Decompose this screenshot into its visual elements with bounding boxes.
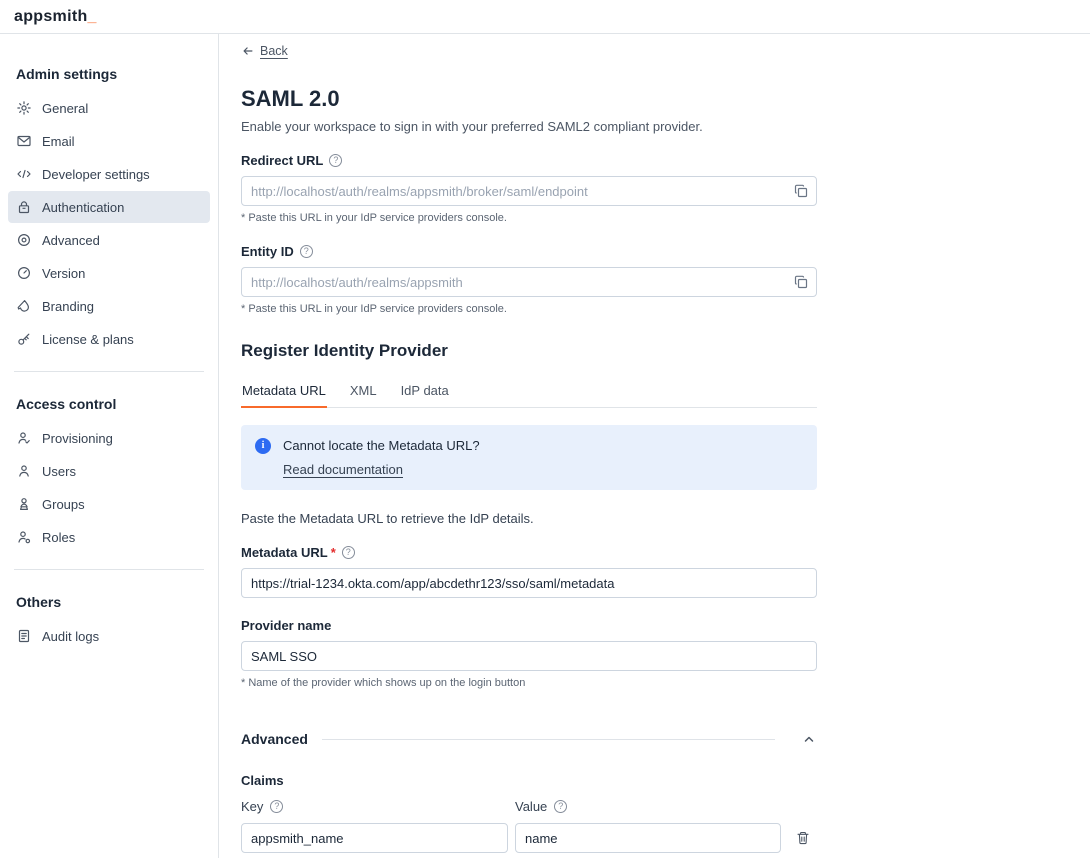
advanced-divider xyxy=(322,739,775,740)
user-gear-icon xyxy=(16,529,32,545)
code-icon xyxy=(16,166,32,182)
idp-tab-strip: Metadata URL XML IdP data xyxy=(241,377,817,408)
chevron-up-icon[interactable] xyxy=(801,731,817,747)
back-label: Back xyxy=(260,44,288,58)
tab-metadata-url[interactable]: Metadata URL xyxy=(241,377,327,407)
metadata-url-input[interactable] xyxy=(241,568,817,598)
advanced-section-title: Advanced xyxy=(241,731,308,747)
sidebar-item-label: Groups xyxy=(42,497,85,512)
help-icon[interactable]: ? xyxy=(329,154,342,167)
appsmith-logo: appsmith_ xyxy=(14,8,97,26)
help-icon[interactable]: ? xyxy=(270,800,283,813)
help-icon[interactable]: ? xyxy=(342,546,355,559)
provider-name-helper: * Name of the provider which shows up on… xyxy=(241,677,817,689)
claim-value-input[interactable] xyxy=(515,823,781,853)
document-icon xyxy=(16,628,32,644)
metadata-instruction: Paste the Metadata URL to retrieve the I… xyxy=(241,511,817,526)
banner-text: Cannot locate the Metadata URL? xyxy=(283,438,480,453)
sidebar-item-advanced[interactable]: Advanced xyxy=(8,224,210,256)
claim-value-label: Value ? xyxy=(515,799,782,814)
sidebar-item-label: Advanced xyxy=(42,233,100,248)
sidebar-item-roles[interactable]: Roles xyxy=(8,521,210,553)
sidebar-item-developer-settings[interactable]: Developer settings xyxy=(8,158,210,190)
redirect-url-helper: * Paste this URL in your IdP service pro… xyxy=(241,212,817,224)
claim-row xyxy=(241,823,817,853)
main-panel: Back SAML 2.0 Enable your workspace to s… xyxy=(219,34,1090,858)
sidebar-item-license-plans[interactable]: License & plans xyxy=(8,323,210,355)
admin-settings-sidebar: Admin settings General Email Developer s… xyxy=(0,34,219,858)
claim-key-label: Key ? xyxy=(241,799,508,814)
user-group-icon xyxy=(16,496,32,512)
metadata-url-label: Metadata URL * ? xyxy=(241,545,817,560)
delete-claim-button[interactable] xyxy=(795,830,811,846)
tab-idp-data[interactable]: IdP data xyxy=(400,377,450,407)
provider-name-input[interactable] xyxy=(241,641,817,671)
claims-label: Claims xyxy=(241,773,817,788)
sidebar-item-label: Roles xyxy=(42,530,75,545)
required-asterisk: * xyxy=(331,545,336,560)
mail-icon xyxy=(16,133,32,149)
sidebar-item-label: Users xyxy=(42,464,76,479)
sidebar-section-others: Others xyxy=(16,594,210,610)
sidebar-item-email[interactable]: Email xyxy=(8,125,210,157)
sidebar-item-users[interactable]: Users xyxy=(8,455,210,487)
sidebar-item-branding[interactable]: Branding xyxy=(8,290,210,322)
sidebar-divider xyxy=(14,569,204,570)
lock-icon xyxy=(16,199,32,215)
sidebar-item-label: Provisioning xyxy=(42,431,113,446)
redirect-url-input[interactable] xyxy=(241,176,817,206)
sidebar-item-provisioning[interactable]: Provisioning xyxy=(8,422,210,454)
app-header: appsmith_ xyxy=(0,0,1090,34)
back-button[interactable]: Back xyxy=(241,44,817,58)
sidebar-section-admin-settings: Admin settings xyxy=(16,66,210,82)
gear-icon xyxy=(16,100,32,116)
entity-id-input[interactable] xyxy=(241,267,817,297)
sidebar-section-access-control: Access control xyxy=(16,396,210,412)
help-icon[interactable]: ? xyxy=(554,800,567,813)
claim-key-input[interactable] xyxy=(241,823,508,853)
sidebar-item-label: Authentication xyxy=(42,200,124,215)
user-icon xyxy=(16,463,32,479)
user-check-icon xyxy=(16,430,32,446)
provider-name-label: Provider name xyxy=(241,618,817,633)
sidebar-item-authentication[interactable]: Authentication xyxy=(8,191,210,223)
copy-icon[interactable] xyxy=(793,183,809,199)
sidebar-divider xyxy=(14,371,204,372)
metadata-info-banner: i Cannot locate the Metadata URL? Read d… xyxy=(241,425,817,490)
sidebar-item-label: License & plans xyxy=(42,332,134,347)
page-title: SAML 2.0 xyxy=(241,86,817,112)
sidebar-item-label: General xyxy=(42,101,88,116)
read-documentation-link[interactable]: Read documentation xyxy=(283,462,403,477)
sidebar-item-version[interactable]: Version xyxy=(8,257,210,289)
entity-id-helper: * Paste this URL in your IdP service pro… xyxy=(241,303,817,315)
sidebar-item-label: Developer settings xyxy=(42,167,150,182)
sidebar-item-groups[interactable]: Groups xyxy=(8,488,210,520)
redirect-url-label: Redirect URL ? xyxy=(241,153,817,168)
info-icon: i xyxy=(255,438,271,454)
arrow-left-icon xyxy=(241,44,255,58)
key-icon xyxy=(16,331,32,347)
page-subtitle: Enable your workspace to sign in with yo… xyxy=(241,119,817,134)
sidebar-item-label: Email xyxy=(42,134,75,149)
advanced-icon xyxy=(16,232,32,248)
tab-xml[interactable]: XML xyxy=(349,377,378,407)
branding-icon xyxy=(16,298,32,314)
entity-id-label: Entity ID ? xyxy=(241,244,817,259)
help-icon[interactable]: ? xyxy=(300,245,313,258)
sidebar-item-label: Version xyxy=(42,266,85,281)
register-idp-heading: Register Identity Provider xyxy=(241,341,817,361)
sidebar-item-general[interactable]: General xyxy=(8,92,210,124)
sidebar-item-label: Audit logs xyxy=(42,629,99,644)
sidebar-item-label: Branding xyxy=(42,299,94,314)
copy-icon[interactable] xyxy=(793,274,809,290)
version-icon xyxy=(16,265,32,281)
sidebar-item-audit-logs[interactable]: Audit logs xyxy=(8,620,210,652)
